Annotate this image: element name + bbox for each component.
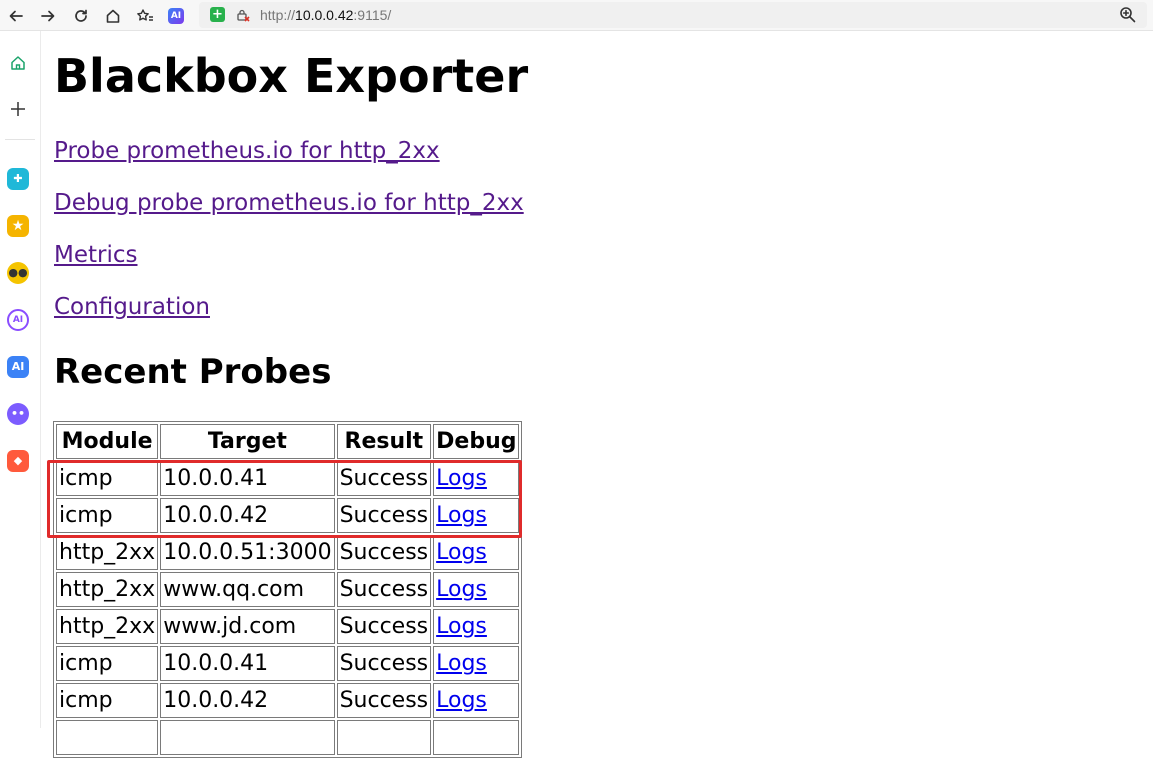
target-cell: 10.0.0.41 [160, 646, 335, 681]
column-header-module: Module [56, 424, 159, 459]
module-cell: http_2xx [56, 535, 159, 570]
module-cell: http_2xx [56, 572, 159, 607]
result-cell: Success [336, 535, 432, 570]
probe-link[interactable]: Probe prometheus.io for http_2xx [54, 136, 440, 166]
column-header-result: Result [336, 424, 432, 459]
sidebar: ✚ ★ ●● AI AI •• ◆ [0, 31, 41, 728]
app-icon-star[interactable]: ★ [6, 214, 30, 238]
result-cell: Success [336, 461, 432, 496]
result-cell: Success [336, 609, 432, 644]
module-cell: icmp [56, 498, 159, 533]
debug-cell: Logs [433, 683, 520, 718]
result-cell: Success [336, 683, 432, 718]
table-row: http_2xx www.qq.com Success Logs [56, 572, 520, 607]
configuration-link[interactable]: Configuration [54, 292, 210, 322]
reload-icon[interactable] [69, 4, 93, 28]
logs-link[interactable]: Logs [436, 540, 487, 565]
target-cell: www.jd.com [160, 609, 335, 644]
url-text[interactable]: http://10.0.0.42:9115/ [260, 5, 391, 25]
logs-link[interactable]: Logs [436, 503, 487, 528]
url-port-path: :9115/ [353, 7, 392, 23]
forward-icon[interactable] [36, 4, 60, 28]
debug-cell [433, 720, 520, 755]
module-cell: icmp [56, 646, 159, 681]
table-row [56, 720, 520, 755]
back-icon[interactable] [4, 4, 28, 28]
result-cell: Success [336, 498, 432, 533]
sidebar-divider [5, 139, 35, 140]
module-cell [56, 720, 159, 755]
result-cell [336, 720, 432, 755]
debug-cell: Logs [433, 572, 520, 607]
app-icon-ai-ring[interactable]: AI [6, 308, 30, 332]
table-row: icmp 10.0.0.42 Success Logs [56, 498, 520, 533]
logs-link[interactable]: Logs [436, 614, 487, 639]
target-cell: 10.0.0.41 [160, 461, 335, 496]
shield-icon[interactable]: + [210, 7, 225, 22]
table-row: icmp 10.0.0.42 Success Logs [56, 683, 520, 718]
favorites-icon[interactable] [133, 4, 157, 28]
table-row: icmp 10.0.0.41 Success Logs [56, 646, 520, 681]
module-cell: http_2xx [56, 609, 159, 644]
logs-link[interactable]: Logs [436, 651, 487, 676]
table-header-row: Module Target Result Debug [56, 424, 520, 459]
target-cell: 10.0.0.42 [160, 498, 335, 533]
logs-link[interactable]: Logs [436, 577, 487, 602]
url-scheme: http:// [260, 7, 296, 23]
address-bar[interactable]: + http://10.0.0.42:9115/ [199, 2, 1147, 28]
target-cell [160, 720, 335, 755]
table-row: icmp 10.0.0.41 Success Logs [56, 461, 520, 496]
debug-cell: Logs [433, 461, 520, 496]
metrics-link[interactable]: Metrics [54, 240, 138, 270]
debug-cell: Logs [433, 646, 520, 681]
insecure-lock-icon[interactable] [236, 8, 250, 22]
url-host: 10.0.0.42 [295, 7, 354, 23]
logs-link[interactable]: Logs [436, 688, 487, 713]
app-icon-game[interactable]: ◆ [6, 449, 30, 473]
result-cell: Success [336, 572, 432, 607]
column-header-debug: Debug [433, 424, 520, 459]
app-icon-bot[interactable]: ●● [6, 261, 30, 285]
target-cell: 10.0.0.51:3000 [160, 535, 335, 570]
debug-cell: Logs [433, 498, 520, 533]
app-icon-ghost[interactable]: •• [6, 402, 30, 426]
target-cell: www.qq.com [160, 572, 335, 607]
table-row: http_2xx www.jd.com Success Logs [56, 609, 520, 644]
browser-toolbar: AI + http://10.0.0.42:9115/ [0, 0, 1153, 31]
result-cell: Success [336, 646, 432, 681]
module-cell: icmp [56, 461, 159, 496]
module-cell: icmp [56, 683, 159, 718]
table-row: http_2xx 10.0.0.51:3000 Success Logs [56, 535, 520, 570]
column-header-target: Target [160, 424, 335, 459]
debug-cell: Logs [433, 609, 520, 644]
recent-probes-table: Module Target Result Debug icmp 10.0.0.41… [53, 421, 523, 758]
table-body: icmp 10.0.0.41 Success Logs icmp 10.0.0.42 Suc… [56, 461, 520, 755]
zoom-icon[interactable] [1115, 2, 1139, 26]
debug-probe-link[interactable]: Debug probe prometheus.io for http_2xx [54, 188, 524, 218]
ai-icon[interactable]: AI [164, 4, 188, 28]
target-cell: 10.0.0.42 [160, 683, 335, 718]
home-icon[interactable] [101, 4, 125, 28]
app-icon-1[interactable]: ✚ [6, 167, 30, 191]
add-icon[interactable] [6, 97, 30, 121]
app-icon-ai[interactable]: AI [6, 355, 30, 379]
home-icon[interactable] [6, 51, 30, 75]
logs-link[interactable]: Logs [436, 466, 487, 491]
page-title: Blackbox Exporter [54, 49, 529, 103]
debug-cell: Logs [433, 535, 520, 570]
recent-probes-heading: Recent Probes [54, 352, 332, 392]
